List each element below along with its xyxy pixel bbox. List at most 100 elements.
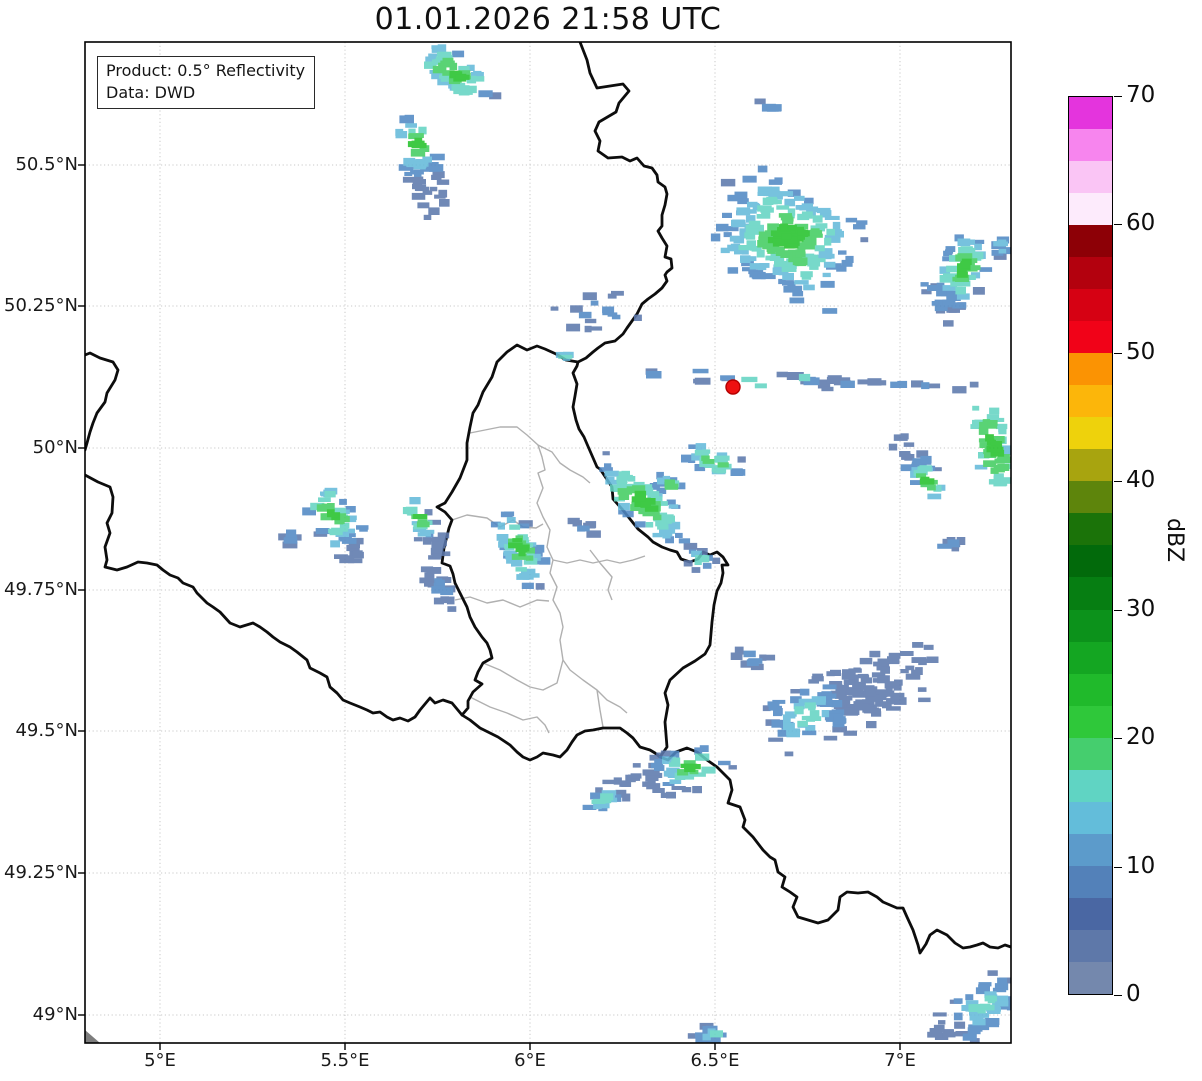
echo-cell xyxy=(838,250,847,255)
echo-cell xyxy=(284,537,298,544)
echo-cell xyxy=(894,679,903,686)
colorbar-band xyxy=(1069,801,1112,834)
admin-border xyxy=(482,659,564,691)
echo-cell xyxy=(866,721,877,729)
echo-cell xyxy=(430,186,438,192)
echo-cell xyxy=(417,202,430,209)
echo-cell xyxy=(426,567,442,574)
echo-cell xyxy=(604,470,619,477)
echo-cell xyxy=(695,555,707,560)
echo-cell xyxy=(566,323,581,332)
echo-cell xyxy=(701,766,716,774)
echo-cell xyxy=(989,407,1000,415)
echo-cell xyxy=(722,212,732,218)
echo-cell xyxy=(410,170,424,175)
colorbar-band xyxy=(1069,865,1112,898)
echo-cell xyxy=(692,786,702,794)
radar-figure: 01.01.2026 21:58 UTC Product: 0.5° Refle… xyxy=(0,0,1202,1081)
echo-cell xyxy=(749,263,763,270)
echo-cell xyxy=(790,285,803,292)
echo-cell xyxy=(470,76,485,82)
echo-cell xyxy=(500,511,513,518)
echo-cell xyxy=(877,658,893,664)
echo-cell xyxy=(816,207,831,214)
echo-cell xyxy=(652,788,665,793)
echo-cell xyxy=(869,650,881,658)
colorbar-tick-mark xyxy=(1114,352,1122,354)
echo-cell xyxy=(985,434,994,442)
echo-cell xyxy=(709,1030,723,1038)
echo-cell xyxy=(998,426,1007,435)
y-axis-tick-label: 49.5°N xyxy=(15,720,78,741)
echo-cell xyxy=(621,781,632,787)
echo-cell xyxy=(960,260,971,269)
colorbar-band xyxy=(1069,705,1112,738)
country-border xyxy=(435,343,730,762)
colorbar-band xyxy=(1069,641,1112,674)
echo-cell xyxy=(754,98,766,105)
echo-cell xyxy=(986,445,1002,453)
colorbar-tick-label: 30 xyxy=(1126,595,1156,622)
echo-cell xyxy=(712,557,721,564)
echo-cell xyxy=(969,1016,977,1021)
echo-cell xyxy=(978,984,988,990)
echo-cell xyxy=(413,514,428,519)
echo-cell xyxy=(411,142,427,148)
echo-cell xyxy=(797,235,805,240)
echo-cell xyxy=(890,381,906,388)
info-data-line: Data: DWD xyxy=(106,83,196,103)
echo-cell xyxy=(867,378,882,386)
echo-cell xyxy=(795,251,806,258)
echo-cell xyxy=(979,1003,991,1009)
echo-cell xyxy=(912,642,924,648)
echo-cell xyxy=(582,292,597,301)
echo-cell xyxy=(664,483,679,489)
echo-cell xyxy=(340,525,348,531)
echo-cell xyxy=(315,528,330,535)
echo-cell xyxy=(645,488,654,496)
echo-cell xyxy=(903,442,915,447)
echo-cell xyxy=(864,677,872,684)
echo-cell xyxy=(746,228,761,235)
echo-cell xyxy=(801,715,811,721)
echo-cell xyxy=(800,271,813,278)
colorbar-band xyxy=(1069,673,1112,706)
echo-cell xyxy=(324,491,336,498)
echo-cell xyxy=(687,1033,696,1039)
echo-cell xyxy=(702,1033,711,1041)
echo-cell xyxy=(646,371,662,379)
echo-cell xyxy=(1020,987,1034,994)
echo-cell xyxy=(602,779,616,785)
echo-cell xyxy=(888,443,898,451)
echo-cell xyxy=(794,195,805,201)
echo-cell xyxy=(974,243,982,251)
echo-cell xyxy=(821,691,832,696)
echo-cell xyxy=(772,199,782,205)
echo-cell xyxy=(702,562,712,569)
echo-cell xyxy=(777,729,787,737)
colorbar-band xyxy=(1069,321,1112,354)
echo-cell xyxy=(714,455,728,463)
echo-cell xyxy=(618,502,630,511)
echo-cell xyxy=(987,422,998,429)
echo-cell xyxy=(660,792,673,798)
echo-cell xyxy=(720,178,736,187)
echo-cell xyxy=(657,477,665,485)
echo-cell xyxy=(823,261,836,268)
echo-cell xyxy=(955,286,966,295)
y-axis-tick-label: 49.75°N xyxy=(4,579,78,600)
y-axis-tick-label: 49.25°N xyxy=(4,862,78,883)
echo-cell xyxy=(809,710,820,718)
echo-cell xyxy=(824,237,832,246)
echo-cell xyxy=(512,538,523,543)
echo-cell xyxy=(797,213,810,221)
echo-cell xyxy=(943,320,954,327)
echo-cell xyxy=(954,1021,966,1029)
colorbar-band xyxy=(1069,225,1112,258)
colorbar-band xyxy=(1069,97,1112,130)
echo-cell xyxy=(947,539,960,548)
echo-cell xyxy=(917,466,928,471)
echo-cell xyxy=(770,246,780,251)
echo-cell xyxy=(756,249,765,258)
echo-cell xyxy=(497,522,505,530)
